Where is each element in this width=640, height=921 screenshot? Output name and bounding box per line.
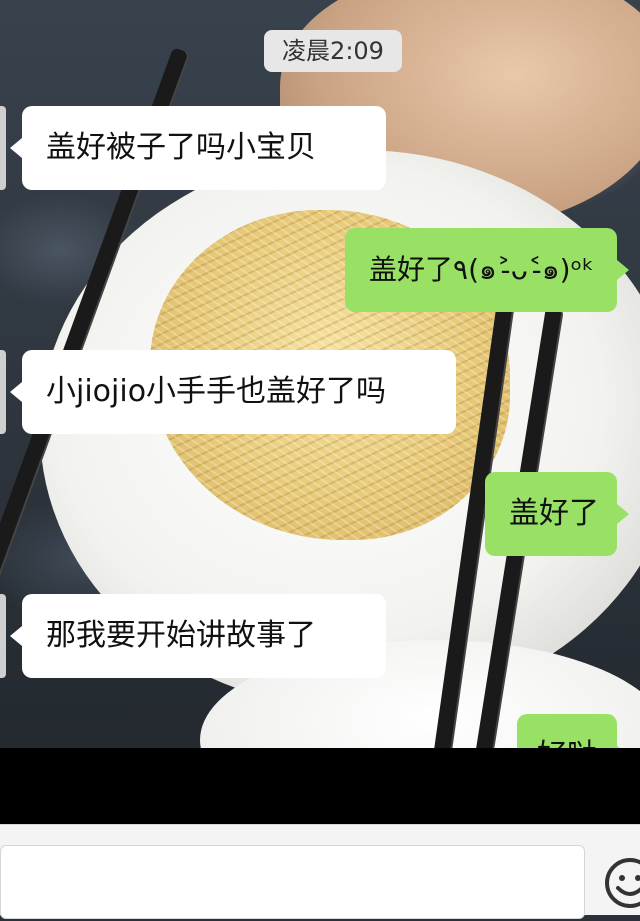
message-input[interactable]: [0, 845, 585, 919]
message-timestamp: 凌晨2:09: [264, 30, 402, 72]
incoming-message-bubble[interactable]: 小jiojio小手手也盖好了吗: [10, 350, 456, 434]
outgoing-message-bubble[interactable]: 盖好了: [485, 472, 629, 556]
screen-divider-band: [0, 748, 640, 824]
incoming-message-bubble[interactable]: 那我要开始讲故事了: [10, 594, 386, 678]
sender-avatar[interactable]: [0, 106, 6, 190]
incoming-message-bubble[interactable]: 盖好被子了吗小宝贝: [10, 106, 386, 190]
outgoing-message-bubble[interactable]: 盖好了٩(๑˃̵ᴗ˂̵๑)ᵒᵏ: [345, 228, 629, 312]
sender-avatar[interactable]: [0, 350, 6, 434]
chat-input-bar: [0, 824, 640, 919]
emoji-smile-icon[interactable]: [604, 857, 640, 917]
sender-avatar[interactable]: [0, 594, 6, 678]
